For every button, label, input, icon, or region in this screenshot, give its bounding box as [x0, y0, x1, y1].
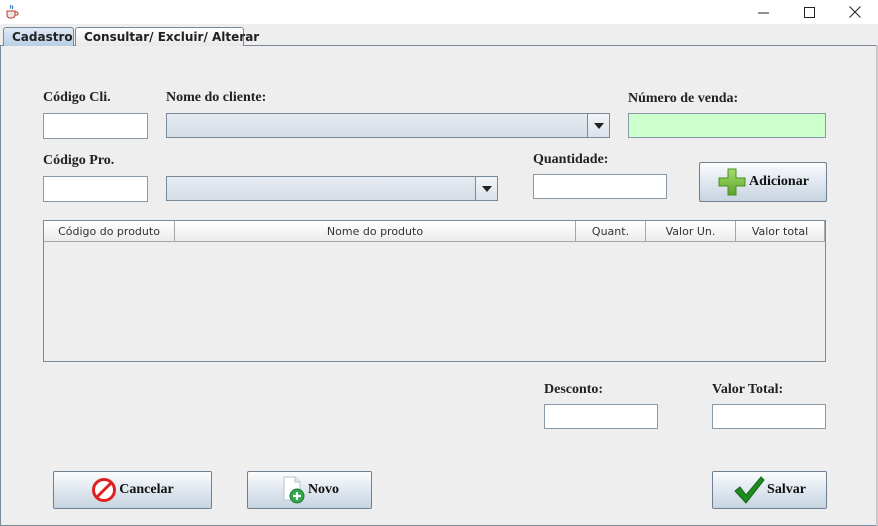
maximize-button[interactable] — [786, 0, 832, 24]
cancelar-button[interactable]: Cancelar — [53, 471, 212, 509]
numero-venda-label: Número de venda: — [628, 91, 739, 106]
chevron-down-icon — [481, 185, 492, 192]
valor-total-field[interactable] — [712, 404, 826, 429]
salvar-button[interactable]: Salvar — [712, 471, 827, 509]
nome-cliente-label: Nome do cliente: — [166, 90, 267, 105]
adicionar-label: Adicionar — [749, 174, 809, 189]
quantidade-label: Quantidade: — [533, 152, 609, 167]
cancelar-label: Cancelar — [119, 482, 174, 497]
codigo-cli-label: Código Cli. — [43, 90, 111, 105]
table-body[interactable] — [44, 242, 825, 361]
produtos-table[interactable]: Código do produto Nome do produto Quant.… — [43, 220, 826, 362]
produto-combo[interactable] — [166, 176, 498, 201]
nome-cliente-dropdown-button[interactable] — [587, 114, 609, 137]
column-header-valor-un[interactable]: Valor Un. — [646, 221, 736, 241]
tab-cadastro[interactable]: Cadastro — [3, 27, 74, 46]
codigo-cli-field[interactable] — [43, 113, 148, 139]
numero-venda-field[interactable] — [628, 113, 826, 138]
prohibited-icon — [91, 477, 117, 503]
nome-cliente-combo[interactable] — [166, 113, 610, 138]
adicionar-button[interactable]: Adicionar — [699, 162, 827, 202]
column-header-quant[interactable]: Quant. — [576, 221, 646, 241]
desconto-field[interactable] — [544, 404, 658, 429]
tab-label: Cadastro — [12, 30, 73, 44]
close-button[interactable] — [832, 0, 878, 24]
column-header-nome-produto[interactable]: Nome do produto — [175, 221, 576, 241]
column-header-codigo-produto[interactable]: Código do produto — [44, 221, 175, 241]
plus-icon — [717, 167, 747, 197]
minimize-icon — [757, 12, 769, 13]
novo-label: Novo — [307, 482, 340, 497]
close-icon — [849, 6, 861, 18]
column-header-valor-total[interactable]: Valor total — [736, 221, 825, 241]
novo-button[interactable]: Novo — [247, 471, 372, 509]
maximize-icon — [803, 6, 815, 18]
checkmark-icon — [733, 474, 765, 506]
tab-consultar-excluir-alterar[interactable]: Consultar/ Excluir/ Alterar — [75, 27, 259, 46]
desconto-label: Desconto: — [544, 382, 604, 397]
tab-label: Consultar/ Excluir/ Alterar — [84, 30, 260, 44]
codigo-pro-label: Código Pro. — [43, 153, 115, 168]
chevron-down-icon — [593, 122, 604, 129]
quantidade-field[interactable] — [533, 174, 667, 199]
new-document-icon — [280, 476, 306, 504]
table-header: Código do produto Nome do produto Quant.… — [44, 221, 825, 242]
produto-dropdown-button[interactable] — [475, 177, 497, 200]
java-cup-icon — [4, 4, 19, 19]
valor-total-label: Valor Total: — [712, 382, 784, 397]
salvar-label: Salvar — [767, 482, 806, 497]
codigo-pro-field[interactable] — [43, 176, 148, 202]
minimize-button[interactable] — [740, 0, 786, 24]
